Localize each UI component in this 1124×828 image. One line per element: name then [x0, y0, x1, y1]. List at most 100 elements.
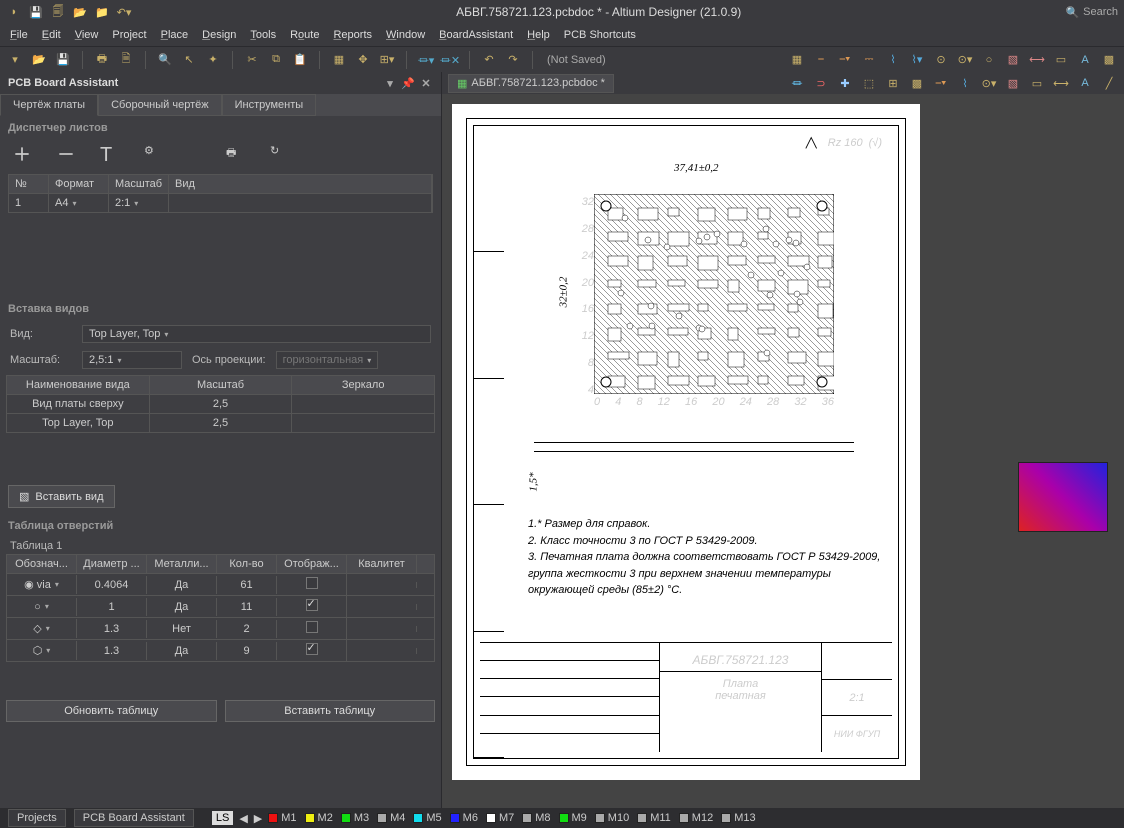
mt-poly-icon[interactable]: ▧ — [1004, 74, 1022, 92]
layer-swatch[interactable]: M4 — [377, 812, 405, 824]
layer-swatch[interactable]: M12 — [679, 812, 713, 824]
mt-track-icon[interactable]: ⎯▾ — [932, 74, 950, 92]
layer-swatch[interactable]: M1 — [268, 812, 296, 824]
holes-row[interactable]: ⬡ 1.3Да9 — [6, 640, 435, 662]
layer-swatch[interactable]: M5 — [413, 812, 441, 824]
sheet-row[interactable]: 1 A4 2:1 — [8, 194, 433, 213]
mt-snap-icon[interactable]: ⊃ — [812, 74, 830, 92]
view-row[interactable]: Вид платы сверху 2,5 — [6, 395, 435, 414]
menu-boardassistant[interactable]: BoardAssistant — [439, 29, 513, 41]
comp-icon[interactable]: ▩ — [1100, 51, 1118, 69]
layer-swatch[interactable]: M3 — [341, 812, 369, 824]
refresh-icon[interactable]: ↻ — [270, 144, 292, 166]
layer-swatch[interactable]: M7 — [486, 812, 514, 824]
mt-layer-icon[interactable]: ▩ — [908, 74, 926, 92]
insert-table-button[interactable]: Вставить таблицу — [225, 700, 436, 722]
remove-sheet-icon[interactable] — [56, 144, 78, 166]
layer-swatch[interactable]: M9 — [559, 812, 587, 824]
holes-row[interactable]: ○ 1Да11 — [6, 596, 435, 618]
scale-dd[interactable]: 2:1 — [115, 197, 138, 209]
document-tab[interactable]: ▦ АБВГ.758721.123.pcbdoc * — [448, 74, 614, 93]
copy-icon[interactable]: ⧉ — [267, 51, 285, 69]
text-tool-icon[interactable]: T — [100, 144, 122, 166]
mt-dim-icon[interactable]: ⟷ — [1052, 74, 1070, 92]
layer1-icon[interactable]: ▦ — [788, 51, 806, 69]
paste-icon[interactable]: 📋 — [291, 51, 309, 69]
mt-align-icon[interactable]: ⊞ — [884, 74, 902, 92]
holes-table-name[interactable]: Таблица 1 — [0, 538, 441, 554]
search-box[interactable]: 🔍 Search — [1065, 6, 1118, 19]
view-row[interactable]: Top Layer, Top 2,5 — [6, 414, 435, 433]
diff-icon[interactable]: ⎓ — [860, 51, 878, 69]
zoom-icon[interactable]: 🔍 — [156, 51, 174, 69]
track-icon[interactable]: ⎯ — [812, 51, 830, 69]
print2-icon[interactable]: 🖶 — [226, 144, 248, 166]
holes-row[interactable]: ◉ via 0.4064Да61 — [6, 574, 435, 596]
insert-scale[interactable]: 2,5:1 — [82, 351, 182, 369]
update-table-button[interactable]: Обновить таблицу — [6, 700, 217, 722]
add-sheet-icon[interactable] — [12, 144, 34, 166]
track2-icon[interactable]: ⎯▾ — [836, 51, 854, 69]
format-dd[interactable]: A4 — [55, 197, 76, 209]
panel-close-icon[interactable]: ✕ — [419, 76, 433, 90]
layer-next-icon[interactable]: ▶ — [254, 812, 262, 825]
tab-tools[interactable]: Инструменты — [222, 94, 317, 116]
rect-icon[interactable]: ▭ — [1052, 51, 1070, 69]
menu-help[interactable]: Help — [527, 29, 550, 41]
status-tab-projects[interactable]: Projects — [8, 809, 66, 827]
save-icon[interactable]: 💾 — [28, 4, 44, 20]
show-checkbox[interactable] — [306, 621, 318, 633]
save2-icon[interactable]: 💾 — [54, 51, 72, 69]
sym-dd[interactable]: ◇ — [33, 622, 49, 635]
layer-swatch[interactable]: M11 — [637, 812, 671, 824]
move-icon[interactable]: ✥ — [354, 51, 372, 69]
menu-project[interactable]: Project — [112, 29, 146, 41]
panel-pin-icon[interactable]: 📌 — [401, 76, 415, 90]
mt-sel-icon[interactable]: ⬚ — [860, 74, 878, 92]
layer-swatch[interactable]: M8 — [522, 812, 550, 824]
align-icon[interactable]: ⊞▾ — [378, 51, 396, 69]
canvas[interactable]: Rz 160 (√) 37,41±0,2 32±0,2 1,5* 3228242… — [442, 94, 1124, 808]
menu-route[interactable]: Route — [290, 29, 319, 41]
panel-menu-icon[interactable]: ▾ — [383, 76, 397, 90]
save-all-icon[interactable]: 🗐 — [50, 4, 66, 20]
print-icon[interactable]: 🖶 — [93, 51, 111, 69]
layer-swatch[interactable]: M6 — [450, 812, 478, 824]
menu-reports[interactable]: Reports — [333, 29, 372, 41]
insert-view-button[interactable]: ▧ Вставить вид — [8, 485, 115, 508]
sym-dd[interactable]: ○ — [34, 601, 49, 613]
menu-view[interactable]: View — [75, 29, 99, 41]
preview-icon[interactable]: 🗎 — [117, 51, 135, 69]
pad-icon[interactable]: ○ — [980, 51, 998, 69]
mt-route-icon[interactable]: ⌇ — [956, 74, 974, 92]
route2-icon[interactable]: ⌇▾ — [908, 51, 926, 69]
cross-icon[interactable]: ✦ — [204, 51, 222, 69]
mt-filter-icon[interactable]: ⏛ — [788, 74, 806, 92]
ls-badge[interactable]: LS — [212, 811, 233, 825]
redo-icon[interactable]: ↷ — [504, 51, 522, 69]
filter-icon[interactable]: ⏛▾ — [417, 51, 435, 69]
undo-dd-icon[interactable]: ↶▾ — [116, 4, 132, 20]
holes-row[interactable]: ◇ 1.3Нет2 — [6, 618, 435, 640]
tab-assembly[interactable]: Сборочный чертёж — [98, 94, 222, 116]
layer-swatch[interactable]: M2 — [305, 812, 333, 824]
cut-icon[interactable]: ✂ — [243, 51, 261, 69]
open2-icon[interactable]: 📂 — [30, 51, 48, 69]
menu-design[interactable]: Design — [202, 29, 236, 41]
layer-swatch[interactable]: M10 — [595, 812, 629, 824]
select-icon[interactable]: ↖ — [180, 51, 198, 69]
mt-plus-icon[interactable]: ✚ — [836, 74, 854, 92]
menu-place[interactable]: Place — [161, 29, 189, 41]
show-checkbox[interactable] — [306, 599, 318, 611]
undo-icon[interactable]: ↶ — [480, 51, 498, 69]
dim-icon[interactable]: ⟷ — [1028, 51, 1046, 69]
menu-tools[interactable]: Tools — [250, 29, 276, 41]
saved-state[interactable]: (Not Saved) — [547, 54, 606, 66]
clear-icon[interactable]: ⏛✕ — [441, 51, 459, 69]
sym-dd[interactable]: ◉ via — [24, 578, 59, 591]
new-icon[interactable]: ▾ — [6, 51, 24, 69]
axis-select[interactable]: горизонтальная — [276, 351, 379, 369]
drawing-sheet[interactable]: Rz 160 (√) 37,41±0,2 32±0,2 1,5* 3228242… — [452, 104, 920, 780]
via2-icon[interactable]: ⊙▾ — [956, 51, 974, 69]
mt-via-icon[interactable]: ⊙▾ — [980, 74, 998, 92]
